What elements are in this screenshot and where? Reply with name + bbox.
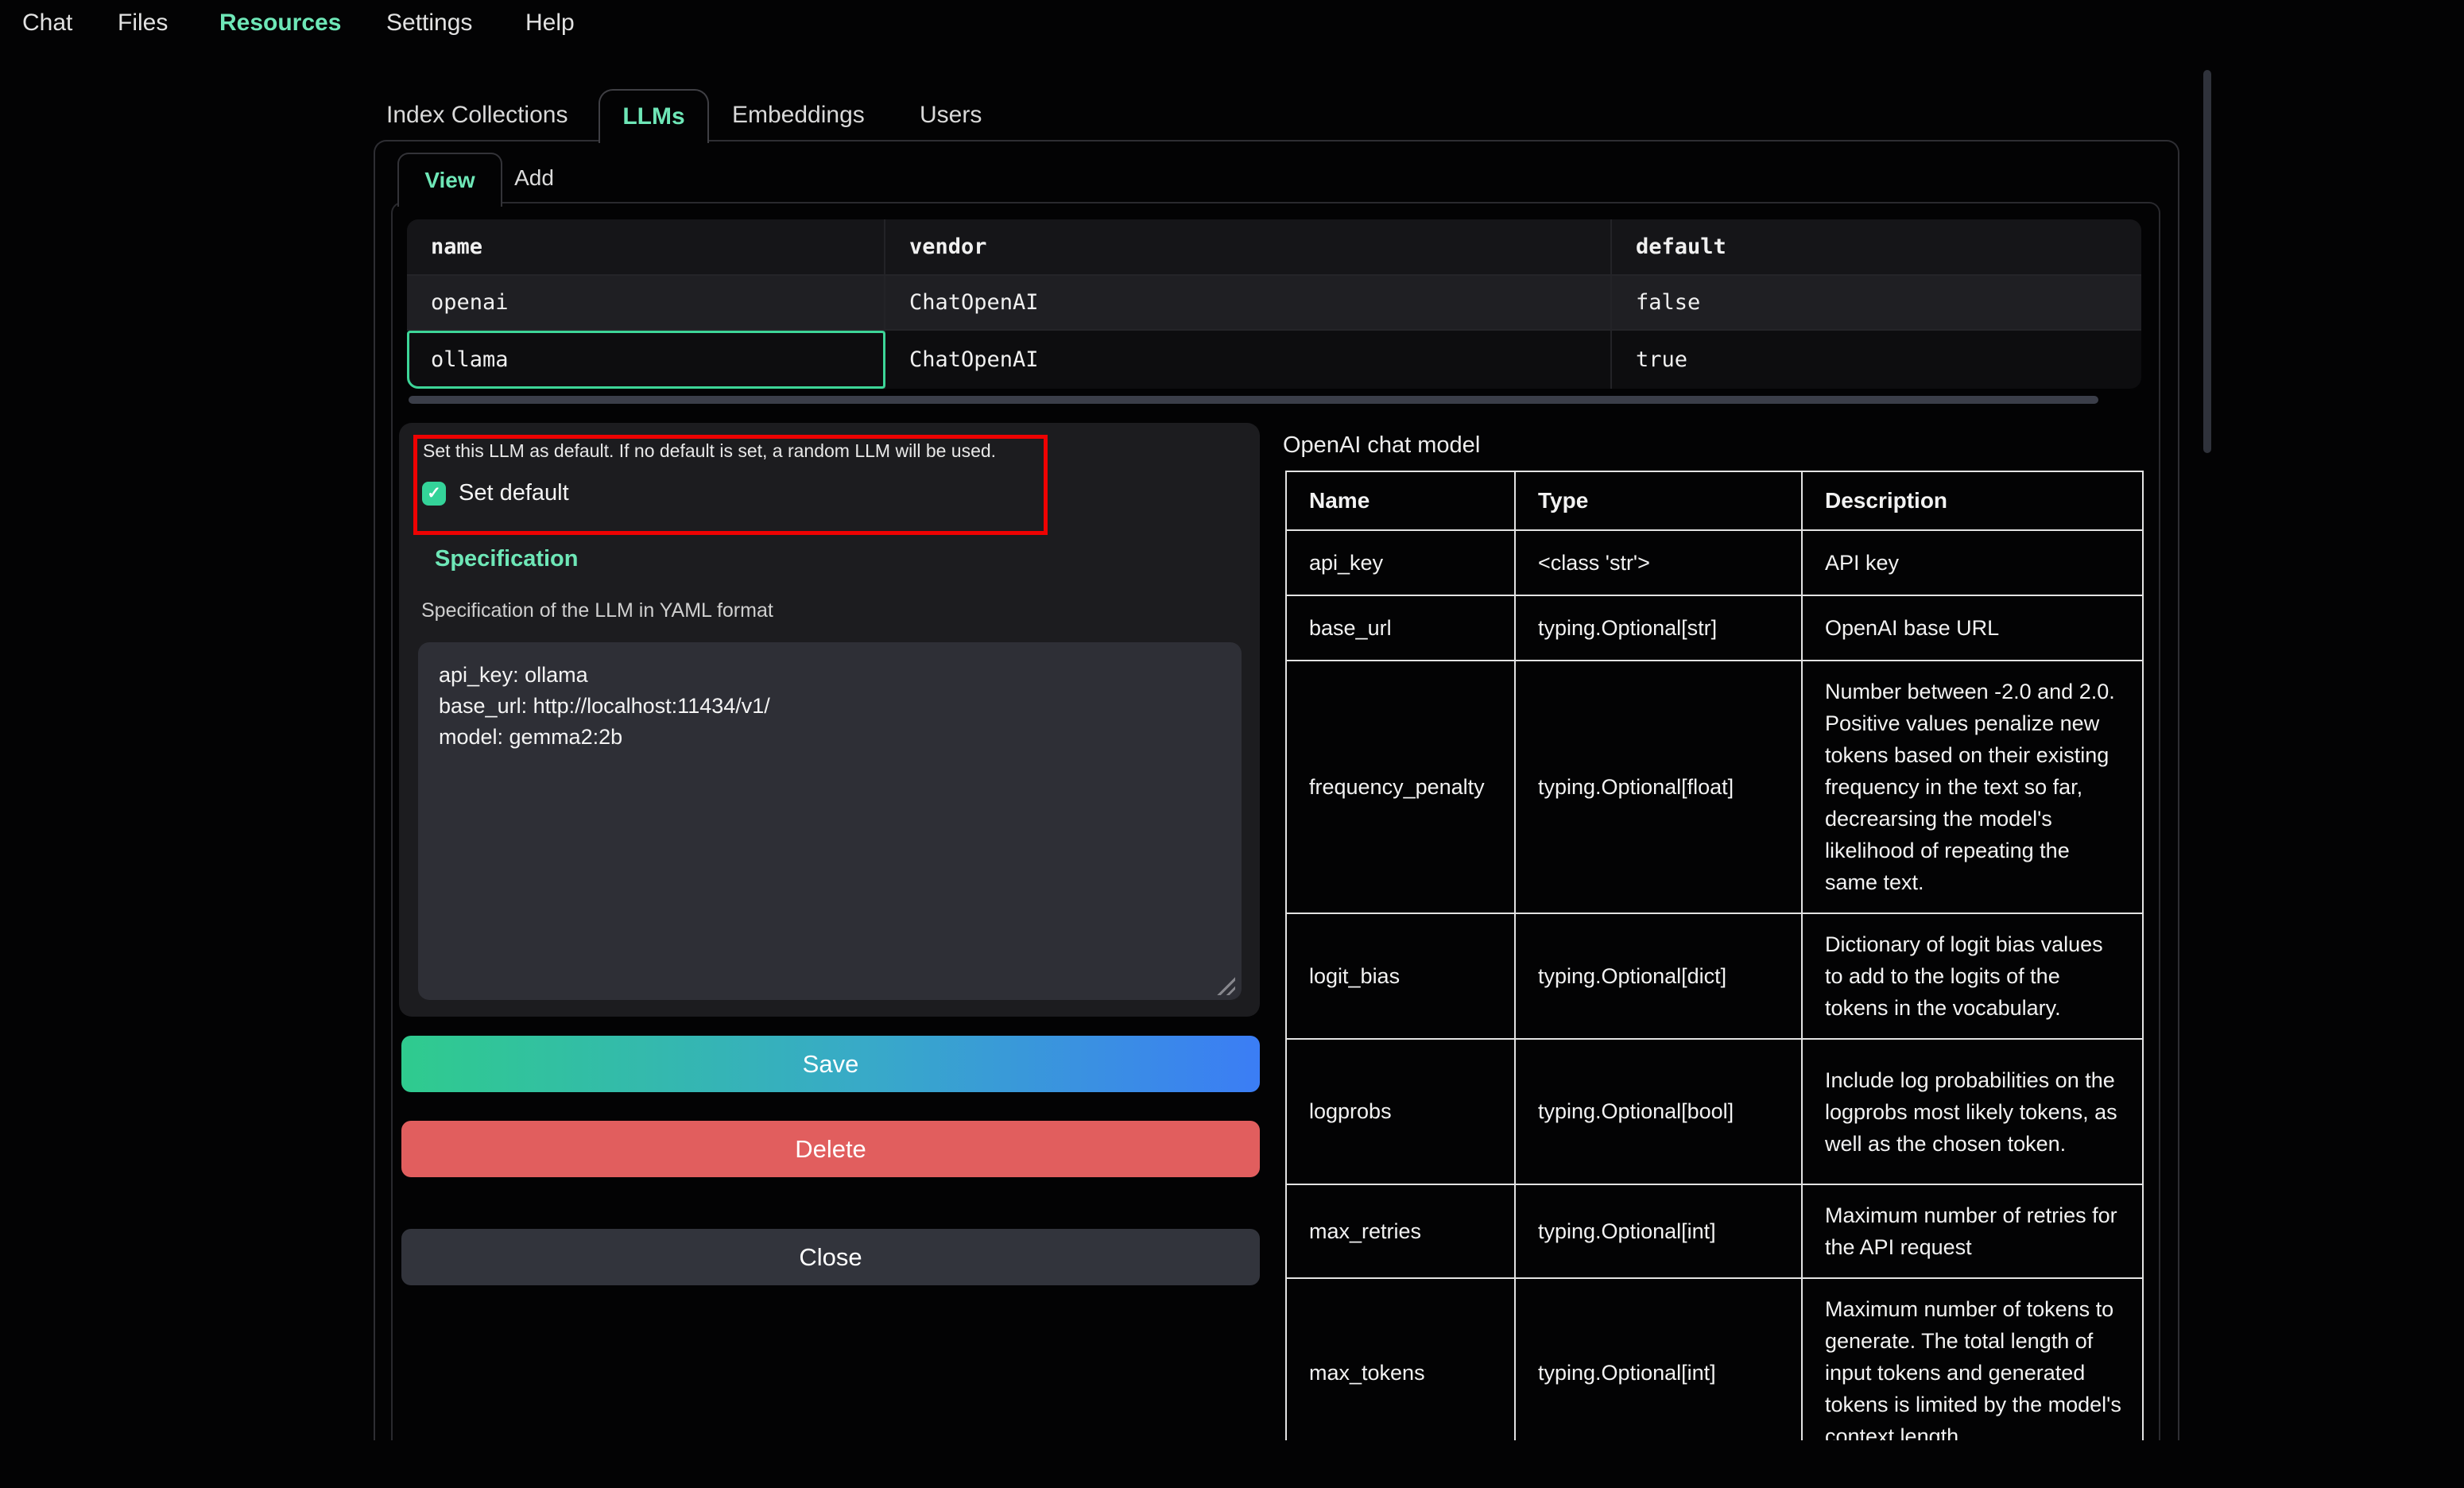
- param-type: typing.Optional[str]: [1515, 595, 1802, 661]
- close-button[interactable]: Close: [401, 1229, 1260, 1285]
- subtab-add[interactable]: Add: [502, 153, 566, 203]
- model-params-table: Name Type Description api_key <class 'st…: [1285, 471, 2144, 1440]
- llm-list-table: name vendor default openai ChatOpenAI fa…: [407, 219, 2141, 389]
- subtab-view[interactable]: View: [397, 153, 502, 207]
- param-description: Include log probabilities on the logprob…: [1802, 1039, 2143, 1184]
- cell-openai-vendor[interactable]: ChatOpenAI: [885, 276, 1612, 329]
- nav-item-settings[interactable]: Settings: [386, 10, 472, 37]
- cell-ollama-name[interactable]: ollama: [407, 331, 885, 389]
- nav-item-help[interactable]: Help: [525, 10, 575, 37]
- params-header-row: Name Type Description: [1286, 471, 2143, 530]
- nav-item-resources[interactable]: Resources: [219, 10, 341, 37]
- param-row-frequency-penalty: frequency_penalty typing.Optional[float]…: [1286, 661, 2143, 913]
- table-row-openai[interactable]: openai ChatOpenAI false: [407, 276, 2141, 331]
- param-name: base_url: [1286, 595, 1515, 661]
- param-name: logit_bias: [1286, 913, 1515, 1039]
- llm-table-header: name vendor default: [407, 219, 2141, 276]
- llms-panel: View Add name vendor default openai Chat…: [374, 140, 2179, 1440]
- llm-detail-panel: Set this LLM as default. If no default i…: [399, 423, 1260, 1017]
- param-description: Maximum number of tokens to generate. Th…: [1802, 1278, 2143, 1440]
- delete-button[interactable]: Delete: [401, 1121, 1260, 1177]
- param-row-base-url: base_url typing.Optional[str] OpenAI bas…: [1286, 595, 2143, 661]
- param-type: typing.Optional[dict]: [1515, 913, 1802, 1039]
- yaml-spec-textarea[interactable]: api_key: ollama base_url: http://localho…: [418, 642, 1242, 1000]
- tab-embeddings[interactable]: Embeddings: [732, 102, 865, 129]
- col-header-name: name: [407, 219, 885, 274]
- param-name: max_retries: [1286, 1184, 1515, 1278]
- cell-openai-default[interactable]: false: [1612, 276, 2141, 329]
- param-description: Dictionary of logit bias values to add t…: [1802, 913, 2143, 1039]
- param-row-logprobs: logprobs typing.Optional[bool] Include l…: [1286, 1039, 2143, 1184]
- page-vertical-scrollbar[interactable]: [2203, 70, 2211, 453]
- annotation-highlight: [413, 435, 1048, 535]
- tab-llms[interactable]: LLMs: [599, 89, 709, 143]
- subtab-view-label: View: [424, 168, 475, 193]
- nav-item-chat[interactable]: Chat: [22, 10, 72, 37]
- param-type: typing.Optional[float]: [1515, 661, 1802, 913]
- nav-item-files[interactable]: Files: [118, 10, 168, 37]
- param-row-api-key: api_key <class 'str'> API key: [1286, 530, 2143, 595]
- cell-openai-name[interactable]: openai: [407, 276, 885, 329]
- param-type: typing.Optional[bool]: [1515, 1039, 1802, 1184]
- specification-caption: Specification of the LLM in YAML format: [421, 599, 773, 622]
- param-description: Number between -2.0 and 2.0. Positive va…: [1802, 661, 2143, 913]
- params-col-name: Name: [1286, 471, 1515, 530]
- cell-ollama-vendor[interactable]: ChatOpenAI: [885, 331, 1612, 389]
- param-name: max_tokens: [1286, 1278, 1515, 1440]
- params-col-description: Description: [1802, 471, 2143, 530]
- param-type: typing.Optional[int]: [1515, 1184, 1802, 1278]
- save-button[interactable]: Save: [401, 1036, 1260, 1092]
- specification-heading: Specification: [435, 546, 579, 572]
- tab-llms-label: LLMs: [622, 103, 684, 130]
- param-name: frequency_penalty: [1286, 661, 1515, 913]
- param-name: api_key: [1286, 530, 1515, 595]
- model-doc-title: OpenAI chat model: [1283, 432, 1480, 459]
- col-header-vendor: vendor: [885, 219, 1612, 274]
- param-row-max-retries: max_retries typing.Optional[int] Maximum…: [1286, 1184, 2143, 1278]
- param-type: <class 'str'>: [1515, 530, 1802, 595]
- param-description: Maximum number of retries for the API re…: [1802, 1184, 2143, 1278]
- param-row-logit-bias: logit_bias typing.Optional[dict] Diction…: [1286, 913, 2143, 1039]
- tab-users[interactable]: Users: [920, 102, 982, 129]
- top-nav: Chat Files Resources Settings Help: [0, 0, 2464, 48]
- tab-index-collections[interactable]: Index Collections: [386, 102, 568, 129]
- col-header-default: default: [1612, 219, 2141, 274]
- params-col-type: Type: [1515, 471, 1802, 530]
- param-description: API key: [1802, 530, 2143, 595]
- table-row-ollama[interactable]: ollama ChatOpenAI true: [407, 331, 2141, 389]
- param-row-max-tokens: max_tokens typing.Optional[int] Maximum …: [1286, 1278, 2143, 1440]
- table-horizontal-scrollbar[interactable]: [409, 396, 2098, 404]
- param-description: OpenAI base URL: [1802, 595, 2143, 661]
- cell-ollama-default[interactable]: true: [1612, 331, 2141, 389]
- param-type: typing.Optional[int]: [1515, 1278, 1802, 1440]
- param-name: logprobs: [1286, 1039, 1515, 1184]
